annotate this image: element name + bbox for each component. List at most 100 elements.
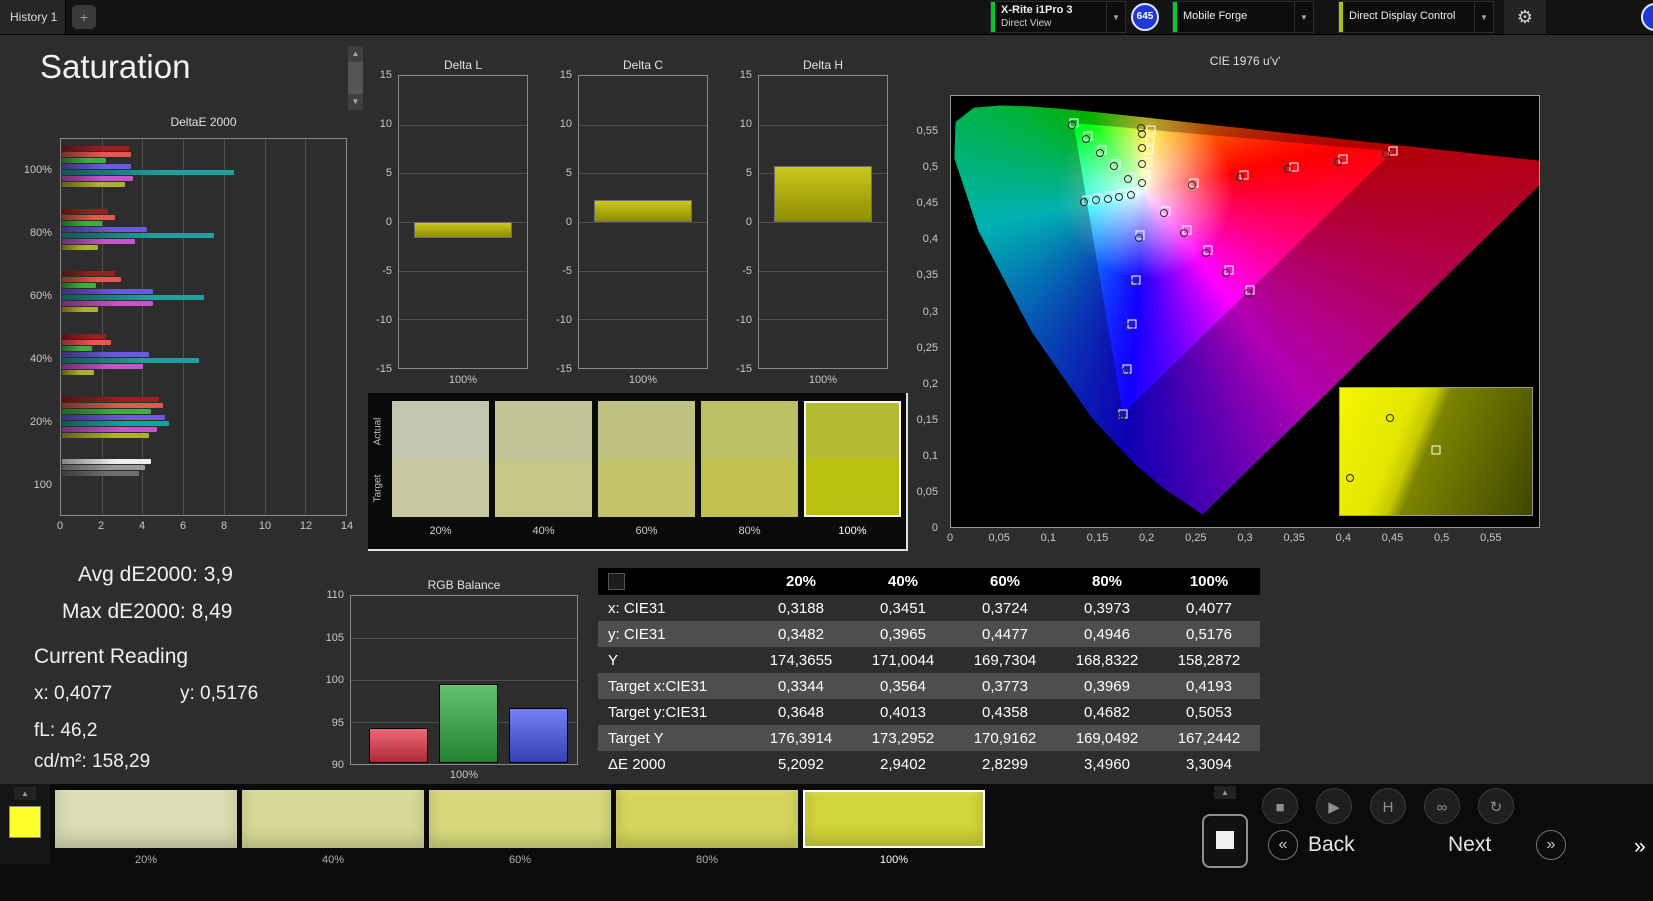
axis-tick-label: 0 — [745, 216, 752, 228]
table-cell: 2,9402 — [880, 755, 926, 773]
pattern-swatch-button[interactable] — [616, 790, 798, 848]
deltae-bar — [62, 208, 109, 214]
axis-tick-label: 0,05 — [988, 532, 1010, 544]
pattern-swatch-button[interactable] — [55, 790, 237, 848]
rgb-plot — [350, 595, 578, 765]
settings-button[interactable]: ⚙ — [1504, 0, 1546, 34]
next-page-chevron[interactable]: » — [1634, 832, 1646, 862]
stop-button[interactable]: ■ — [1262, 788, 1298, 824]
table-row-label: Y — [608, 651, 619, 669]
axis-tick-label: -10 — [556, 314, 572, 326]
axis-tick-label: 110 — [326, 589, 344, 601]
display-control-dropdown[interactable]: Direct Display Control ▼ — [1338, 1, 1494, 33]
deltae-bar — [62, 220, 103, 226]
playlist-scroll-up-button[interactable]: ▲ — [1214, 786, 1236, 799]
table-corner-cell — [598, 573, 750, 590]
cie-measurement-marker — [1103, 194, 1112, 203]
swatch-pair — [392, 401, 489, 517]
gridline — [759, 270, 887, 272]
continuous-button[interactable]: ∞ — [1424, 788, 1460, 824]
gridline — [579, 173, 707, 175]
pattern-scroll-up-button[interactable]: ▲ — [14, 787, 36, 800]
delta-xlabel: 100% — [628, 374, 658, 386]
table-cell: 0,5053 — [1186, 703, 1232, 721]
cie-target-marker — [1146, 125, 1156, 135]
chevron-down-icon[interactable]: ▼ — [1106, 2, 1125, 32]
cie-zoom-inset — [1339, 386, 1534, 517]
cie-measurement-marker — [1137, 124, 1146, 133]
axis-tick-label: 0,05 — [916, 485, 938, 498]
refresh-icon: ↻ — [1489, 799, 1503, 816]
app-window: History 1 + X-Rite i1Pro 3 Direct View ▼… — [0, 0, 1653, 901]
corner-badge — [1641, 3, 1653, 31]
pattern-swatch-label: 60% — [508, 854, 532, 866]
deltae-bar — [62, 364, 143, 369]
chevron-down-icon[interactable]: ▼ — [1474, 2, 1493, 32]
swatch-level-label: 80% — [738, 525, 761, 537]
back-chevron-button[interactable]: « — [1268, 830, 1298, 860]
tab-history-1[interactable]: History 1 — [0, 0, 66, 34]
gridline — [579, 270, 707, 272]
chevron-down-icon[interactable]: ▼ — [1294, 2, 1313, 32]
table-cell: 0,4946 — [1084, 625, 1130, 643]
deltae-bar — [62, 414, 166, 420]
hold-button[interactable]: H — [1370, 788, 1406, 824]
pattern-source-dropdown[interactable]: Mobile Forge ▼ — [1172, 1, 1314, 33]
meter-dropdown[interactable]: X-Rite i1Pro 3 Direct View ▼ — [990, 1, 1126, 33]
deltae-bar — [62, 295, 204, 301]
table-corner-icon[interactable] — [608, 573, 625, 590]
pattern-window-button[interactable] — [1202, 814, 1248, 868]
table-row-label: Target y:CIE31 — [608, 703, 708, 721]
cie-measurement-marker — [1126, 322, 1135, 331]
axis-tick-label: 0,35 — [1283, 532, 1305, 544]
swatch-strip: Actual Target 20% 40% 60% 80% 100% — [368, 393, 908, 551]
axis-tick-label: -15 — [376, 363, 392, 375]
measurement-count-badge[interactable]: 645 — [1131, 3, 1159, 31]
table-cell: 0,3451 — [880, 599, 926, 617]
axis-tick-label: 15 — [379, 69, 392, 81]
current-color-swatch[interactable] — [9, 806, 41, 838]
refresh-button[interactable]: ↻ — [1478, 788, 1514, 824]
back-button[interactable]: Back — [1308, 830, 1355, 860]
square-icon — [1216, 830, 1234, 849]
axis-tick-label: 0,3 — [922, 305, 938, 318]
axis-tick-label: 15 — [739, 69, 752, 81]
cie-measurement-marker — [1126, 191, 1135, 200]
table-column-header: 80% — [1091, 573, 1123, 590]
rgb-bar-red — [369, 727, 428, 763]
pattern-swatch-button[interactable] — [429, 790, 611, 848]
swatch-level-label: 20% — [429, 525, 452, 537]
next-chevron-button[interactable]: » — [1536, 830, 1566, 860]
top-bar: History 1 + X-Rite i1Pro 3 Direct View ▼… — [0, 0, 1653, 35]
target-swatch — [806, 459, 899, 515]
axis-tick-label: 5 — [565, 167, 572, 179]
cie-chart-title: CIE 1976 u'v' — [1209, 54, 1281, 68]
table-row: x: CIE31 0,3188 0,3451 0,3724 0,3973 0,4077 — [598, 595, 1260, 621]
tab-label: History 1 — [10, 10, 58, 24]
table-cell: 0,3969 — [1084, 677, 1130, 695]
play-icon: ▶ — [1328, 799, 1340, 816]
pattern-swatch-button[interactable] — [803, 790, 985, 848]
cie-measurement-marker — [1067, 121, 1076, 130]
swatch-pair — [804, 401, 901, 517]
gridline — [399, 270, 527, 272]
next-button[interactable]: Next — [1448, 830, 1491, 860]
deltae-bar — [62, 289, 153, 295]
table-row: Target Y 176,3914 173,2952 170,9162 169,0492… — [598, 725, 1260, 751]
deltae-bar — [62, 432, 149, 438]
pattern-swatch-button[interactable] — [242, 790, 424, 848]
gridline — [579, 319, 707, 321]
gridline — [399, 319, 527, 321]
add-tab-button[interactable]: + — [72, 5, 96, 29]
play-button[interactable]: ▶ — [1316, 788, 1352, 824]
pattern-swatch-label: 20% — [134, 854, 158, 866]
axis-tick-label: 0,55 — [916, 125, 938, 138]
table-header-row: 20% 40% 60% 80% 100% — [598, 568, 1260, 595]
axis-tick-label: 15 — [559, 69, 572, 81]
table-cell: 176,3914 — [769, 729, 833, 747]
table-cell: 0,3973 — [1084, 599, 1130, 617]
deltae-bar — [62, 346, 93, 351]
deltae-bar — [62, 352, 149, 357]
table-cell: 0,5176 — [1186, 625, 1232, 643]
table-cell: 0,4682 — [1084, 703, 1130, 721]
